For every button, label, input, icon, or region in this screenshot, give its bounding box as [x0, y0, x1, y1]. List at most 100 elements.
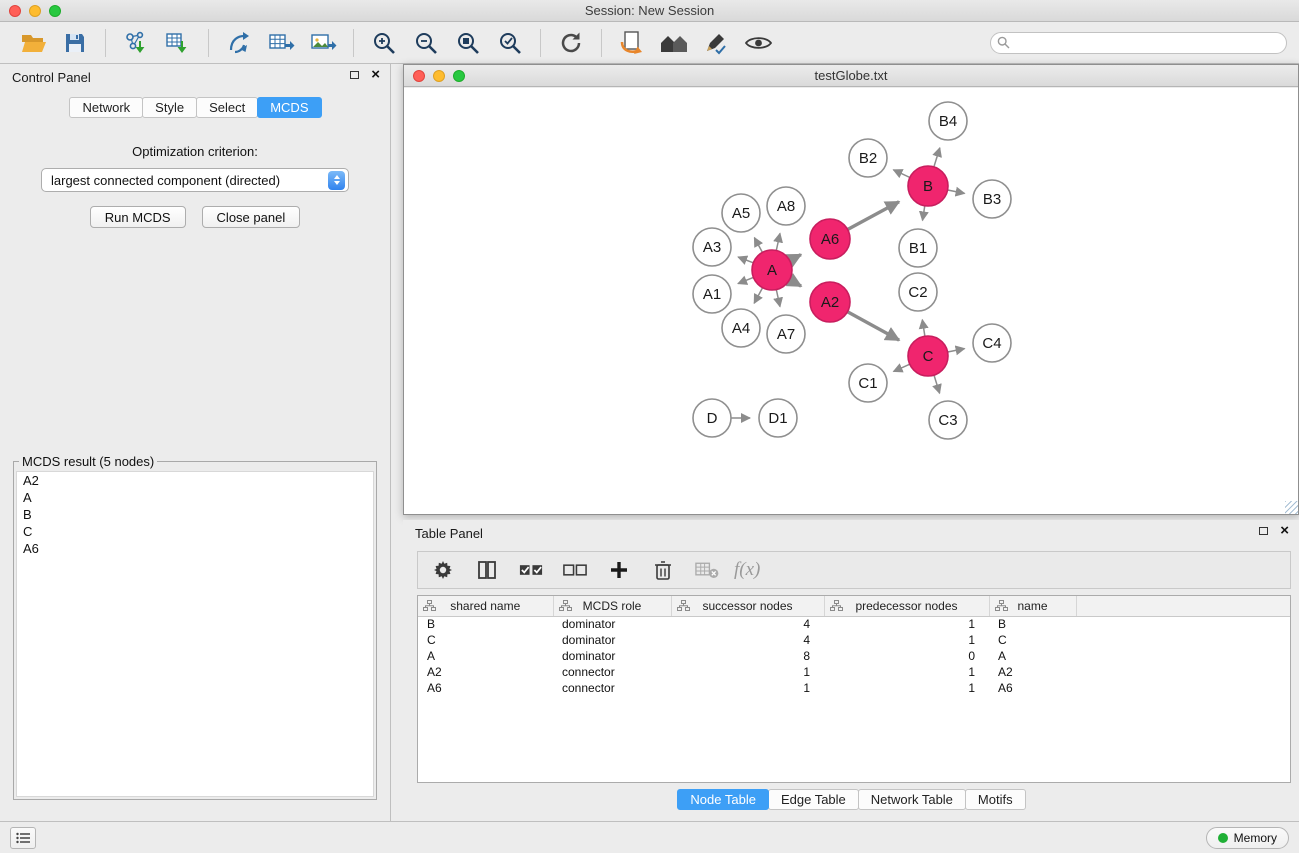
close-panel-icon[interactable]: ×: [371, 70, 380, 80]
column-header-predecessor-nodes[interactable]: predecessor nodes: [824, 596, 989, 616]
mcds-result-item[interactable]: A2: [17, 472, 373, 489]
graph-node-A2[interactable]: A2: [810, 282, 850, 322]
graph-edge-A6-B[interactable]: [848, 202, 899, 230]
graph-node-A6[interactable]: A6: [810, 219, 850, 259]
graph-node-A4[interactable]: A4: [722, 309, 760, 347]
close-network-window-button[interactable]: [413, 70, 425, 82]
table-row-A[interactable]: Adominator80A: [418, 648, 1290, 664]
graph-node-A[interactable]: A: [752, 250, 792, 290]
mcds-result-item[interactable]: B: [17, 506, 373, 523]
export-network-icon[interactable]: [222, 27, 256, 59]
graph-edge-C-C3[interactable]: [934, 375, 940, 393]
save-session-icon[interactable]: [58, 27, 92, 59]
table-row-B[interactable]: Bdominator41B: [418, 616, 1290, 632]
table-row-A6[interactable]: A6connector11A6: [418, 680, 1290, 696]
graph-node-A3[interactable]: A3: [693, 228, 731, 266]
tab-select[interactable]: Select: [196, 97, 258, 118]
close-panel-button[interactable]: Close panel: [202, 206, 301, 228]
tab-mcds[interactable]: MCDS: [257, 97, 321, 118]
tab-edge-table[interactable]: Edge Table: [768, 789, 859, 810]
graph-node-C1[interactable]: C1: [849, 364, 887, 402]
column-header-MCDS-role[interactable]: MCDS role: [553, 596, 671, 616]
graph-edge-B-B4[interactable]: [934, 148, 940, 167]
graph-node-C4[interactable]: C4: [973, 324, 1011, 362]
minimize-network-window-button[interactable]: [433, 70, 445, 82]
export-table-icon[interactable]: [264, 27, 298, 59]
add-row-icon[interactable]: [606, 557, 632, 583]
node-table[interactable]: shared nameMCDS rolesuccessor nodesprede…: [417, 595, 1291, 783]
graph-edge-A-A3[interactable]: [738, 257, 753, 263]
table-row-C[interactable]: Cdominator41C: [418, 632, 1290, 648]
import-network-icon[interactable]: [119, 27, 153, 59]
graph-node-C[interactable]: C: [908, 336, 948, 376]
function-builder-button[interactable]: f(x): [734, 559, 760, 581]
mcds-result-item[interactable]: A6: [17, 540, 373, 557]
zoom-network-window-button[interactable]: [453, 70, 465, 82]
zoom-selected-icon[interactable]: [493, 27, 527, 59]
graph-node-D1[interactable]: D1: [759, 399, 797, 437]
eye-icon[interactable]: [741, 27, 775, 59]
tab-network[interactable]: Network: [69, 97, 143, 118]
resize-handle[interactable]: [1285, 501, 1298, 514]
table-row-A2[interactable]: A2connector11A2: [418, 664, 1290, 680]
graph-node-D[interactable]: D: [693, 399, 731, 437]
column-visibility-icon[interactable]: [474, 557, 500, 583]
float-panel-icon[interactable]: [350, 71, 359, 79]
style-icon[interactable]: [699, 27, 733, 59]
column-header-name[interactable]: name: [989, 596, 1076, 616]
tab-node-table[interactable]: Node Table: [677, 789, 769, 810]
open-file-icon[interactable]: [16, 27, 50, 59]
graph-node-A1[interactable]: A1: [693, 275, 731, 313]
graph-edge-A-A4[interactable]: [754, 288, 762, 304]
task-history-button[interactable]: [10, 827, 36, 849]
run-mcds-button[interactable]: Run MCDS: [90, 206, 186, 228]
graph-edge-C-C1[interactable]: [894, 364, 910, 371]
graph-edge-C-C4[interactable]: [948, 349, 965, 352]
graph-node-B2[interactable]: B2: [849, 139, 887, 177]
delete-rows-icon[interactable]: [650, 557, 676, 583]
memory-button[interactable]: Memory: [1206, 827, 1289, 849]
float-table-panel-icon[interactable]: [1259, 527, 1268, 535]
graph-node-C3[interactable]: C3: [929, 401, 967, 439]
select-all-rows-icon[interactable]: [518, 557, 544, 583]
network-canvas[interactable]: B4 B2 B B3 A5A8A6 B1 A3 A A1 C2 A2 A4A7 C C4 C1 C3 D D1: [404, 88, 1298, 514]
graph-edge-A-A1[interactable]: [738, 277, 753, 283]
zoom-in-icon[interactable]: [367, 27, 401, 59]
minimize-window-button[interactable]: [29, 5, 41, 17]
zoom-fit-icon[interactable]: [451, 27, 485, 59]
close-table-panel-icon[interactable]: ×: [1280, 526, 1289, 536]
zoom-out-icon[interactable]: [409, 27, 443, 59]
graph-node-A8[interactable]: A8: [767, 187, 805, 225]
graph-edge-A-A6[interactable]: [790, 255, 801, 261]
export-image-icon[interactable]: [306, 27, 340, 59]
zoom-window-button[interactable]: [49, 5, 61, 17]
mcds-result-item[interactable]: A: [17, 489, 373, 506]
graph-edge-B-B3[interactable]: [948, 190, 965, 193]
optimization-criterion-dropdown[interactable]: largest connected component (directed): [41, 168, 349, 192]
graph-node-B3[interactable]: B3: [973, 180, 1011, 218]
graph-edge-A2-C[interactable]: [848, 312, 900, 340]
graph-node-B1[interactable]: B1: [899, 229, 937, 267]
first-neighbors-icon[interactable]: [615, 27, 649, 59]
tab-style[interactable]: Style: [142, 97, 197, 118]
graph-edge-A-A7[interactable]: [776, 290, 780, 307]
column-header-shared-name[interactable]: shared name: [418, 596, 553, 616]
column-header-successor-nodes[interactable]: successor nodes: [671, 596, 824, 616]
import-table-icon[interactable]: [161, 27, 195, 59]
graph-edge-B-B2[interactable]: [893, 170, 910, 178]
tab-network-table[interactable]: Network Table: [858, 789, 966, 810]
unselect-all-rows-icon[interactable]: [562, 557, 588, 583]
home-icon[interactable]: [657, 27, 691, 59]
graph-edge-B-B1[interactable]: [923, 206, 925, 221]
graph-node-C2[interactable]: C2: [899, 273, 937, 311]
table-settings-icon[interactable]: [430, 557, 456, 583]
graph-edge-A-A5[interactable]: [754, 238, 762, 253]
refresh-icon[interactable]: [554, 27, 588, 59]
graph-node-A7[interactable]: A7: [767, 315, 805, 353]
mcds-result-list[interactable]: A2ABCA6: [16, 471, 374, 797]
graph-edge-C-C2[interactable]: [922, 320, 925, 337]
graph-node-A5[interactable]: A5: [722, 194, 760, 232]
graph-edge-A-A8[interactable]: [776, 233, 780, 250]
graph-node-B[interactable]: B: [908, 166, 948, 206]
graph-node-B4[interactable]: B4: [929, 102, 967, 140]
